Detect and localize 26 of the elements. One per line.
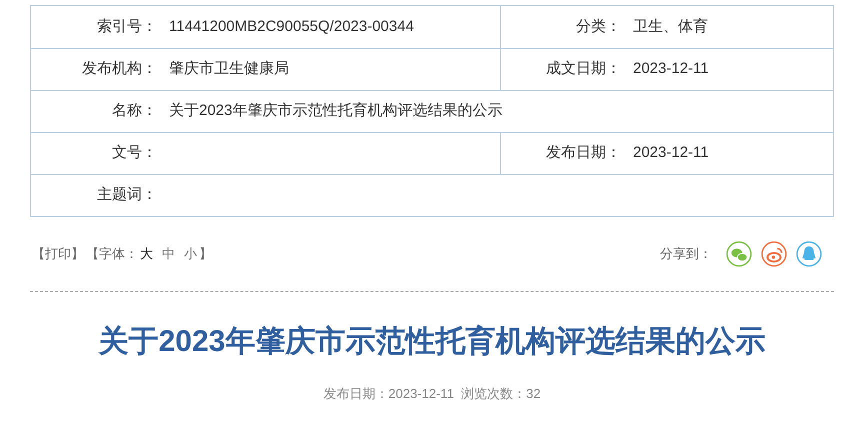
field-value: 11441200MB2C90055Q/2023-00344 — [169, 16, 414, 37]
font-size-label: 【字体： — [86, 245, 138, 264]
wechat-share-icon[interactable] — [726, 241, 752, 267]
qq-share-icon[interactable] — [796, 241, 822, 267]
field-value: 2023-12-11 — [633, 59, 709, 80]
field-value: 关于2023年肇庆市示范性托育机构评选结果的公示 — [169, 101, 502, 122]
article-meta: 发布日期：2023-12-11 浏览次数：32 — [322, 385, 542, 403]
field-value: 卫生、体育 — [633, 16, 708, 37]
field-label: 主题词： — [96, 185, 157, 206]
share-label: 分享到： — [660, 245, 712, 264]
font-size-label-end: 】 — [199, 245, 212, 264]
field-label: 发布机构： — [81, 59, 157, 80]
field-label: 分类： — [575, 16, 621, 37]
font-size-option[interactable]: 中 — [162, 244, 175, 264]
field-label: 成文日期： — [545, 59, 621, 80]
font-size-option[interactable]: 大 — [140, 244, 153, 264]
field-value: 肇庆市卫生健康局 — [169, 59, 289, 80]
weibo-share-icon[interactable] — [761, 241, 787, 267]
field-label: 名称： — [111, 101, 157, 122]
field-label: 索引号： — [96, 16, 157, 37]
print-link[interactable]: 【打印】 — [32, 244, 84, 264]
article-title: 关于2023年肇庆市示范性托育机构评选结果的公示 — [97, 324, 766, 360]
font-size-option[interactable]: 小 — [184, 244, 197, 264]
field-label: 发布日期： — [545, 143, 621, 164]
field-label: 文号： — [111, 143, 157, 164]
field-value: 2023-12-11 — [633, 143, 709, 164]
